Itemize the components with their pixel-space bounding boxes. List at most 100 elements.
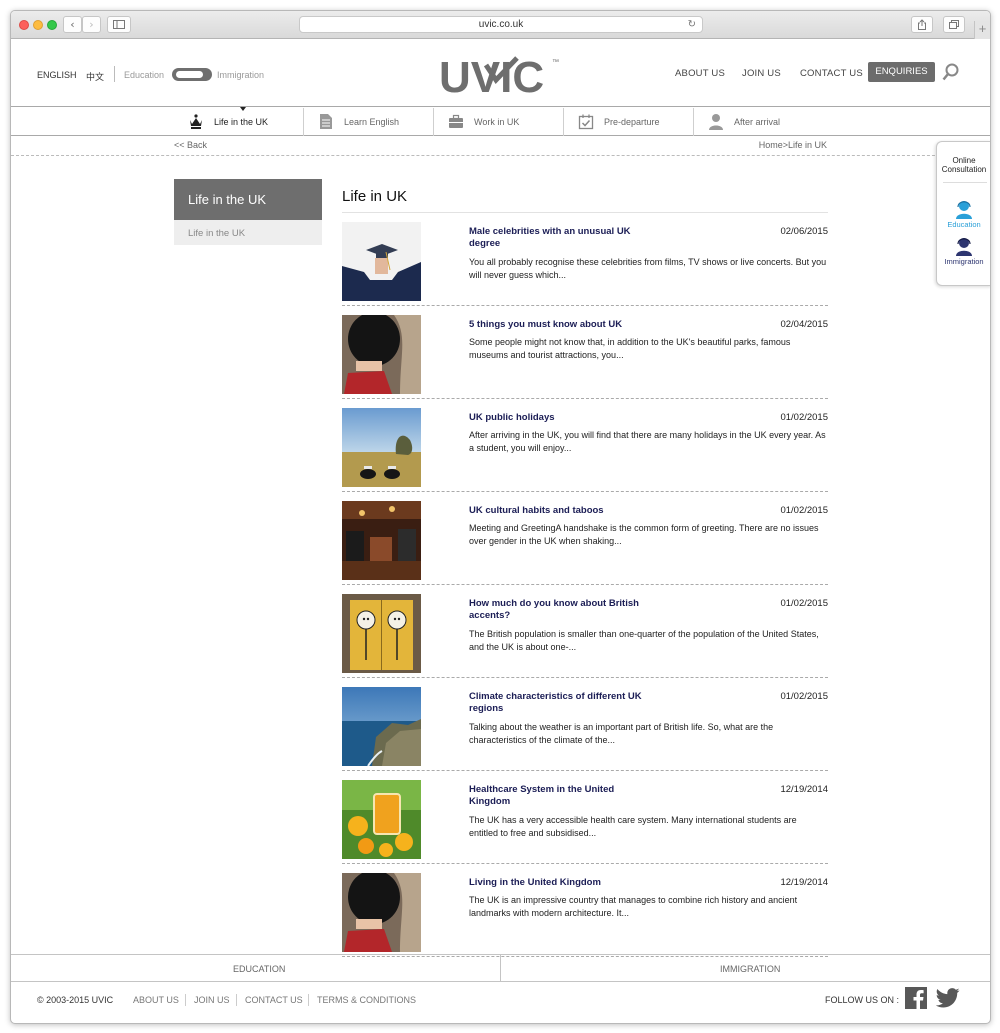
article-item[interactable]: 5 things you must know about UK 02/04/20… (342, 306, 828, 399)
education-immigration-toggle[interactable] (172, 68, 212, 81)
article-title[interactable]: Male celebrities with an unusual UK degr… (469, 226, 644, 250)
browser-window: ‹ › uvic.co.uk ↻ + ENGLISH 中文 Education … (10, 10, 991, 1024)
person-icon (709, 114, 723, 130)
sidebar-toggle-icon[interactable] (107, 16, 131, 33)
footer-bottom: © 2003-2015 UVIC ABOUT US JOIN US CONTAC… (11, 982, 990, 1023)
article-thumbnail[interactable] (342, 594, 421, 673)
article-thumbnail[interactable] (342, 222, 421, 301)
calendar-check-icon (578, 114, 594, 130)
breadcrumb[interactable]: Home>Life in UK (759, 140, 827, 150)
tab-after-arrival[interactable]: After arrival (694, 108, 824, 136)
back-arrow-icon[interactable]: ‹ (63, 16, 82, 33)
back-link[interactable]: << Back (174, 140, 207, 150)
divider (500, 955, 501, 982)
footer-tab-education[interactable]: EDUCATION (233, 964, 285, 974)
minimize-window-button[interactable] (33, 20, 43, 30)
article-title[interactable]: Climate characteristics of different UK … (469, 691, 644, 715)
education-agent-icon[interactable] (954, 199, 974, 219)
browser-toolbar: ‹ › uvic.co.uk ↻ + (11, 11, 990, 39)
article-item[interactable]: UK cultural habits and taboos 01/02/2015… (342, 492, 828, 585)
divider (236, 994, 237, 1006)
article-title[interactable]: 5 things you must know about UK (469, 319, 644, 331)
article-item[interactable]: Climate characteristics of different UK … (342, 678, 828, 771)
left-sidebar: Life in the UK Life in the UK (174, 179, 322, 245)
online-consultation-widget: Online Consultation Education Immigration (936, 141, 990, 286)
immigration-agent-icon[interactable] (954, 236, 974, 256)
article-thumbnail[interactable] (342, 408, 421, 487)
tab-learn-english[interactable]: Learn English (304, 108, 434, 136)
article-item[interactable]: Living in the United Kingdom 12/19/2014 … (342, 864, 828, 957)
article-title[interactable]: How much do you know about British accen… (469, 598, 644, 622)
article-summary: Talking about the weather is an importan… (469, 722, 774, 745)
address-bar[interactable]: uvic.co.uk ↻ (299, 16, 703, 33)
footer-link-about-us[interactable]: ABOUT US (133, 995, 179, 1005)
article-title[interactable]: UK public holidays (469, 412, 644, 424)
language-english-link[interactable]: ENGLISH (37, 70, 77, 80)
tabs-overview-icon[interactable] (943, 16, 965, 33)
article-thumbnail[interactable] (342, 687, 421, 766)
article-thumbnail[interactable] (342, 501, 421, 580)
sidebar-item-life-in-the-uk[interactable]: Life in the UK (174, 220, 322, 245)
article-thumbnail[interactable] (342, 315, 421, 394)
nav-contact-us[interactable]: CONTACT US (800, 68, 863, 79)
tab-label: Work in UK (474, 117, 520, 127)
facebook-icon[interactable] (905, 987, 927, 1009)
zoom-window-button[interactable] (47, 20, 57, 30)
article-date: 12/19/2014 (780, 877, 828, 888)
share-icon[interactable] (911, 16, 933, 33)
tab-pre-departure[interactable]: Pre-departure (564, 108, 694, 136)
article-title[interactable]: Living in the United Kingdom (469, 877, 644, 889)
article-summary: After arriving in the UK, you will find … (469, 430, 826, 453)
page-title: Life in UK (342, 179, 828, 213)
divider (114, 66, 115, 82)
new-tab-button[interactable]: + (974, 21, 990, 39)
article-title[interactable]: UK cultural habits and taboos (469, 505, 644, 517)
tab-work-in-uk[interactable]: Work in UK (434, 108, 564, 136)
tab-label: Pre-departure (604, 117, 660, 127)
article-date: 01/02/2015 (780, 505, 828, 516)
svg-text:™: ™ (552, 59, 559, 66)
copyright-text: © 2003-2015 UVIC (37, 995, 114, 1005)
forward-arrow-icon[interactable]: › (82, 16, 101, 33)
document-icon (320, 114, 332, 129)
article-title[interactable]: Healthcare System in the United Kingdom (469, 784, 644, 808)
enquiries-button[interactable]: ENQUIRIES (868, 62, 935, 82)
footer-link-terms[interactable]: TERMS & CONDITIONS (317, 995, 416, 1005)
language-chinese-link[interactable]: 中文 (86, 70, 104, 83)
education-consult-link[interactable]: Education (937, 220, 990, 229)
nav-about-us[interactable]: ABOUT US (675, 68, 725, 79)
uvic-logo[interactable]: UVIC ™ (439, 54, 564, 99)
close-window-button[interactable] (19, 20, 29, 30)
reload-icon[interactable]: ↻ (688, 17, 696, 32)
article-item[interactable]: Healthcare System in the United Kingdom … (342, 771, 828, 864)
article-thumbnail[interactable] (342, 873, 421, 952)
footer-link-contact-us[interactable]: CONTACT US (245, 995, 303, 1005)
immigration-consult-link[interactable]: Immigration (937, 257, 990, 266)
website: ENGLISH 中文 Education Immigration UVIC ™ … (11, 40, 990, 1023)
article-summary: The UK is an impressive country that man… (469, 895, 798, 918)
tab-label: After arrival (734, 117, 781, 127)
tab-label: Life in the UK (214, 117, 269, 127)
article-date: 12/19/2014 (780, 784, 828, 795)
toggle-education-label[interactable]: Education (124, 70, 164, 80)
article-date: 02/04/2015 (780, 319, 828, 330)
article-summary: Meeting and GreetingA handshake is the c… (469, 523, 819, 546)
footer-tab-immigration[interactable]: IMMIGRATION (720, 964, 780, 974)
search-icon[interactable] (942, 62, 960, 82)
article-date: 01/02/2015 (780, 691, 828, 702)
tab-life-in-the-uk[interactable]: Life in the UK (174, 108, 304, 136)
nav-join-us[interactable]: JOIN US (742, 68, 781, 79)
article-item[interactable]: Male celebrities with an unusual UK degr… (342, 213, 828, 306)
footer-link-join-us[interactable]: JOIN US (194, 995, 230, 1005)
twitter-icon[interactable] (936, 988, 960, 1008)
article-thumbnail[interactable] (342, 780, 421, 859)
site-header: ENGLISH 中文 Education Immigration UVIC ™ … (11, 40, 990, 107)
article-summary: Some people might not know that, in addi… (469, 337, 791, 360)
toggle-immigration-label[interactable]: Immigration (217, 70, 264, 80)
article-date: 01/02/2015 (780, 598, 828, 609)
article-item[interactable]: How much do you know about British accen… (342, 585, 828, 678)
follow-us-label: FOLLOW US ON : (825, 995, 900, 1005)
article-item[interactable]: UK public holidays 01/02/2015 After arri… (342, 399, 828, 492)
sidebar-heading: Life in the UK (174, 179, 322, 220)
tab-label: Learn English (344, 117, 400, 127)
